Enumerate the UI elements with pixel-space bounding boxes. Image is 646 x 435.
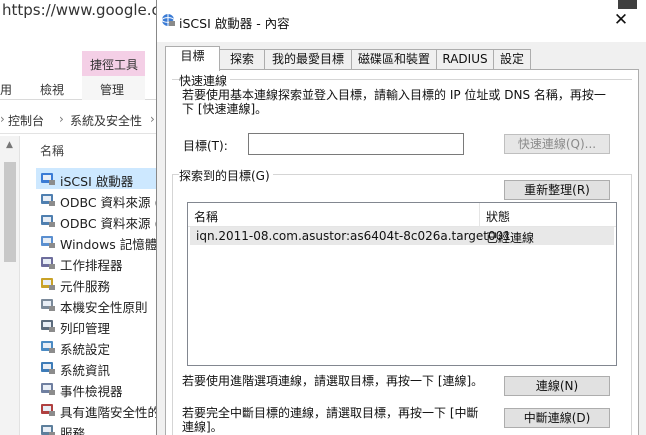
odbc-icon [41,194,55,206]
list-item-label: 具有進階安全性的 [60,405,158,420]
discovered-targets-list[interactable]: 名稱 狀態 iqn.2011-08.com.asustor:as6404t-8c… [187,202,617,366]
discovered-group-border-left [172,174,173,435]
list-item[interactable]: 具有進階安全性的 [36,399,158,420]
list-item[interactable]: 元件服務 [36,273,158,294]
column-header-status[interactable]: 狀態 [486,208,510,225]
breadcrumb-chevron-icon: › [59,112,64,126]
list-item[interactable]: 事件檢視器 [36,378,158,399]
tab-volumes-devices[interactable]: 磁碟區和裝置 [351,49,437,70]
explorer-address-bar[interactable]: › 控制台 › 系統及安全性 › [0,104,158,134]
breadcrumb-chevron-icon: › [0,112,5,126]
list-item-label: Windows 記憶體 [60,237,158,252]
list-item-label: 系統設定 [60,342,111,357]
list-header: 名稱 狀態 [188,203,616,227]
discovered-group-label: 探索到的目標(G) [179,167,273,184]
connect-description: 若要使用進階選項連線，請選取目標，再按一下 [連線]。 [182,374,484,388]
quick-connect-description: 若要使用基本連線探索並登入目標，請輸入目標的 IP 位址或 DNS 名稱，再按一… [182,88,606,116]
component-services-icon [41,278,55,290]
column-header-name[interactable]: 名稱 [194,208,218,225]
list-item[interactable]: 本機安全性原則 [36,294,158,315]
tab-discovery[interactable]: 探索 [219,49,265,70]
ribbon-tab-manage[interactable]: 管理 [100,81,124,98]
breadcrumb-system-security[interactable]: 系統及安全性 [70,112,142,129]
list-item-label: ODBC 資料來源 ( [60,216,158,231]
tab-targets[interactable]: 目標 [165,46,220,71]
firewall-icon [41,404,55,416]
list-item-label: 系統資訊 [60,363,111,378]
disconnect-description: 若要完全中斷目標的連線，請選取目標，再按一下 [中斷連線]。 [182,406,479,434]
list-item[interactable]: 工作排程器 [36,252,158,273]
list-item-label: 元件服務 [60,279,111,294]
tab-radius[interactable]: RADIUS [436,49,494,70]
ribbon-tabs: 用 檢視 管理 [0,76,158,100]
list-item[interactable]: Windows 記憶體 [36,231,158,252]
target-name-cell: iqn.2011-08.com.asustor:as6404t-8c026a.t… [196,229,511,243]
target-input[interactable] [248,133,464,155]
iscsi-properties-dialog: iSCSI 啟動器 - 內容 ✕ 目標 探索 我的最愛目標 磁碟區和裝置 RAD… [156,0,646,435]
list-item[interactable]: 服務 [36,420,158,435]
local-security-policy-icon [41,299,55,311]
list-item-label: 服務 [60,426,86,435]
event-viewer-icon [41,383,55,395]
odbc-icon [41,215,55,227]
discovered-group-border-right [631,174,632,435]
ribbon-tab-share[interactable]: 用 [0,81,12,98]
target-field-label: 目標(T): [183,139,228,153]
table-row[interactable]: iqn.2011-08.com.asustor:as6404t-8c026a.t… [190,227,614,245]
underlying-window-control [618,0,637,9]
breadcrumb-chevron-icon: › [150,112,155,126]
dialog-titlebar[interactable]: iSCSI 啟動器 - 內容 ✕ [157,0,646,42]
system-configuration-icon [41,341,55,353]
refresh-button[interactable]: 重新整理(R) [504,180,610,200]
target-status-cell: 已經連線 [486,231,535,245]
iscsi-app-icon [161,14,175,26]
list-item[interactable]: ODBC 資料來源 ( [36,210,158,231]
breadcrumb-control-panel[interactable]: 控制台 [8,112,44,129]
quick-connect-group-label: 快速連線 [179,72,231,89]
list-item-label: 列印管理 [60,321,111,336]
scroll-up-arrow-icon[interactable]: ▲ [6,140,13,150]
list-item-label: 本機安全性原則 [60,300,148,315]
tab-favorite-targets[interactable]: 我的最愛目標 [264,49,352,70]
memory-diagnostic-icon [41,236,55,248]
list-item-label: 工作排程器 [60,258,123,273]
services-icon [41,425,55,435]
column-separator[interactable] [479,203,480,227]
disconnect-button[interactable]: 中斷連線(D) [504,408,610,428]
iscsi-icon [41,173,55,185]
print-management-icon [41,320,55,332]
admin-tools-list: iSCSI 啟動器 ODBC 資料來源 ( ODBC 資料來源 ( Windows 記… [36,168,158,435]
list-item[interactable]: 列印管理 [36,315,158,336]
targets-tab-panel: 快速連線 若要使用基本連線探索並登入目標，請輸入目標的 IP 位址或 DNS 名… [165,69,639,435]
list-item[interactable]: 系統資訊 [36,357,158,378]
task-scheduler-icon [41,257,55,269]
quick-connect-group-border [172,79,632,80]
list-item-label: 事件檢視器 [60,384,123,399]
list-item-label: ODBC 資料來源 ( [60,195,158,210]
list-item[interactable]: 系統設定 [36,336,158,357]
navigation-scrollbar[interactable]: ▲ [0,136,20,435]
system-information-icon [41,362,55,374]
close-icon[interactable]: ✕ [613,12,629,29]
column-header-name[interactable]: 名稱 [40,142,64,159]
ribbon-context-tab[interactable]: 捷徑工具 [82,51,145,76]
tab-configuration[interactable]: 設定 [493,49,531,70]
list-item[interactable]: ODBC 資料來源 ( [36,189,158,210]
ribbon-tab-view[interactable]: 檢視 [40,81,64,98]
list-item[interactable]: iSCSI 啟動器 [36,168,158,189]
scrollbar-thumb[interactable] [4,162,16,262]
connect-button[interactable]: 連線(N) [504,376,610,396]
quick-connect-button[interactable]: 快速連線(Q)... [504,134,610,154]
url-text: https://www.google.co [2,1,169,19]
dialog-title: iSCSI 啟動器 - 內容 [179,16,290,31]
list-item-label: iSCSI 啟動器 [60,174,134,189]
